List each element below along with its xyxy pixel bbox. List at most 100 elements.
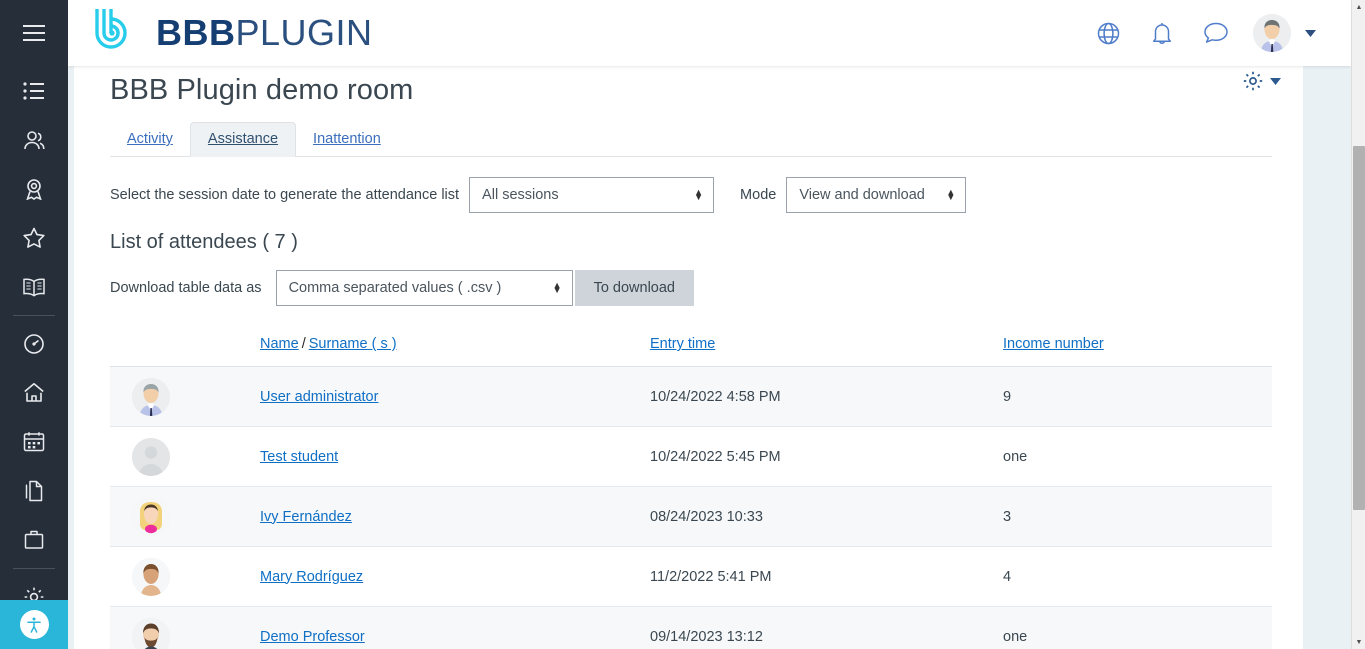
settings-gear-icon (1243, 71, 1263, 91)
attendees-table: Name / Surname ( s ) Entry time Income num… (110, 326, 1272, 649)
cell-entry-time: 10/24/2022 4:58 PM (650, 366, 1003, 427)
to-download-button[interactable]: To download (574, 270, 694, 306)
badge-icon (26, 178, 42, 200)
tab-assistance[interactable]: Assistance (189, 122, 297, 157)
attendee-name-link[interactable]: Demo Professor (260, 629, 365, 645)
sidebar-divider-2 (13, 568, 55, 569)
top-bar: BBBPLUGIN (68, 0, 1351, 66)
table-row: Test student 10/24/2022 5:45 PM one (110, 426, 1272, 487)
bbb-plugin-logo-icon (95, 9, 127, 49)
attendee-name-link[interactable]: Ivy Fernández (260, 509, 352, 525)
avatar-image (132, 437, 170, 476)
cell-avatar (110, 426, 260, 487)
column-header-avatar (110, 326, 260, 367)
table-head: Name / Surname ( s ) Entry time Income num… (110, 326, 1272, 367)
avatar-image (132, 377, 170, 416)
sidebar-item-briefcase[interactable] (0, 515, 68, 564)
select-arrows-icon: ▲ ▼ (946, 187, 956, 202)
left-sidebar (0, 0, 68, 649)
sidebar-item-participants[interactable] (0, 115, 68, 164)
session-select-label: Select the session date to generate the … (110, 187, 460, 203)
table-row: User administrator 10/24/2022 4:58 PM 9 (110, 366, 1272, 427)
mode-select-value: View and download (799, 187, 925, 203)
accessibility-icon (27, 617, 41, 633)
cell-entry-time: 11/2/2022 5:41 PM (650, 546, 1003, 607)
scrollbar-thumb[interactable] (1353, 146, 1365, 510)
sidebar-item-dashboard[interactable] (0, 319, 68, 368)
header-slash: / (301, 336, 306, 352)
files-icon (25, 480, 43, 501)
accessibility-circle (19, 610, 49, 639)
brand-logo[interactable]: BBBPLUGIN (91, 7, 373, 59)
select-arrows-icon: ▲ ▼ (552, 280, 562, 295)
attendees-heading: List of attendees ( 7 ) (110, 231, 298, 253)
sidebar-item-calendar[interactable] (0, 417, 68, 466)
table-row: Mary Rodríguez 11/2/2022 5:41 PM 4 (110, 546, 1272, 607)
user-avatar[interactable] (1253, 14, 1291, 52)
cell-name: User administrator (260, 366, 650, 427)
scroll-down-arrow[interactable]: ▼ (1352, 635, 1365, 649)
cell-avatar (110, 366, 260, 427)
mode-select[interactable]: View and download ▲ ▼ (786, 177, 967, 213)
chevron-down-icon (1304, 29, 1316, 37)
column-header-name: Name / Surname ( s ) (260, 326, 650, 367)
cell-name: Mary Rodríguez (260, 546, 650, 607)
cell-entry-time: 10/24/2022 5:45 PM (650, 426, 1003, 487)
bell-icon (1152, 22, 1172, 44)
sort-name-link[interactable]: Name (260, 336, 299, 352)
scroll-up-arrow[interactable]: ▲ (1352, 0, 1365, 14)
globe-icon (1097, 22, 1119, 44)
hamburger-menu-button[interactable] (0, 0, 68, 66)
avatar-default-placeholder (132, 437, 170, 476)
gauge-icon (24, 333, 44, 354)
tab-bar: Activity Assistance Inattention (110, 121, 1272, 157)
sidebar-item-favourites[interactable] (0, 213, 68, 262)
sidebar-item-badges[interactable] (0, 164, 68, 213)
sidebar-divider-1 (13, 315, 55, 316)
avatar-image (132, 617, 170, 649)
sort-entry-time-link[interactable]: Entry time (650, 336, 715, 352)
home-icon (24, 383, 44, 402)
cell-income-number: 4 (1003, 546, 1272, 607)
notifications-button[interactable] (1135, 9, 1189, 57)
attendees-table-wrapper: Name / Surname ( s ) Entry time Income num… (110, 326, 1273, 649)
tab-activity[interactable]: Activity (110, 123, 190, 156)
cell-income-number: 3 (1003, 486, 1272, 547)
sidebar-item-list[interactable] (0, 66, 68, 115)
user-menu-caret[interactable] (1297, 29, 1323, 37)
avatar-ivy-fernandez (132, 497, 170, 536)
browser-scrollbar[interactable]: ▲ ▼ (1351, 0, 1365, 649)
avatar-user-administrator (132, 377, 170, 416)
brand-plugin: PLUGIN (235, 12, 373, 53)
messages-button[interactable] (1189, 9, 1243, 57)
session-select[interactable]: All sessions ▲ ▼ (469, 177, 715, 213)
attendee-name-link[interactable]: Mary Rodríguez (260, 569, 363, 585)
chat-icon (1204, 22, 1228, 43)
sidebar-item-home[interactable] (0, 368, 68, 417)
cell-name: Ivy Fernández (260, 486, 650, 547)
sidebar-item-courses[interactable] (0, 262, 68, 311)
sort-income-number-link[interactable]: Income number (1003, 336, 1104, 352)
star-icon (23, 227, 45, 248)
column-header-income-number: Income number (1003, 326, 1272, 367)
sidebar-item-files[interactable] (0, 466, 68, 515)
accessibility-button[interactable] (0, 600, 68, 649)
chevron-down-icon (1270, 77, 1281, 85)
cell-name: Test student (260, 426, 650, 487)
calendar-icon (23, 432, 45, 452)
column-header-entry-time: Entry time (650, 326, 1003, 367)
avatar-demo-professor (132, 617, 170, 649)
download-format-select[interactable]: Comma separated values ( .csv ) ▲ ▼ (275, 270, 573, 306)
avatar-mary-rodriguez (132, 557, 170, 596)
language-button[interactable] (1081, 9, 1135, 57)
attendee-name-link[interactable]: Test student (260, 449, 338, 465)
attendee-name-link[interactable]: User administrator (260, 389, 378, 405)
select-arrows-icon: ▲ ▼ (694, 187, 704, 202)
table-row: Demo Professor 09/14/2023 13:12 one (110, 606, 1272, 649)
download-format-value: Comma separated values ( .csv ) (288, 280, 502, 296)
tab-inattention[interactable]: Inattention (296, 123, 398, 156)
sort-surname-link[interactable]: Surname ( s ) (309, 336, 397, 352)
session-filter-row: Select the session date to generate the … (110, 177, 1273, 213)
course-settings-menu[interactable] (1242, 70, 1281, 92)
cell-avatar (110, 486, 260, 547)
